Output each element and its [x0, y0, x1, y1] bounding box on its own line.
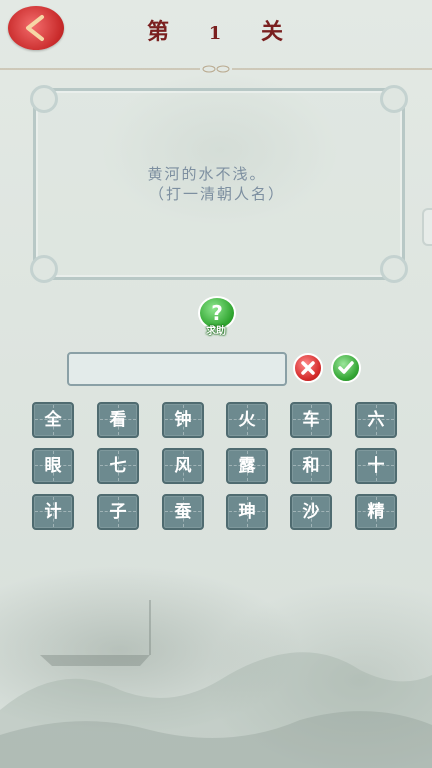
- char-tile[interactable]: 全: [32, 402, 74, 438]
- side-tab[interactable]: [422, 208, 432, 246]
- answer-input[interactable]: [67, 352, 287, 386]
- level-title: 第 1 关: [0, 14, 432, 46]
- char-tile[interactable]: 露: [226, 448, 268, 484]
- riddle-panel: 黄河的水不浅。 （打一清朝人名）: [30, 85, 408, 283]
- header-divider: [0, 65, 432, 73]
- help-label: 求助: [206, 326, 226, 337]
- riddle-text: 黄河的水不浅。: [147, 165, 267, 183]
- char-tile[interactable]: 看: [97, 402, 139, 438]
- check-icon: [338, 361, 354, 374]
- char-tile[interactable]: 十: [355, 448, 397, 484]
- panel-corner: [380, 255, 408, 283]
- level-number: 1: [208, 23, 224, 44]
- clear-button[interactable]: [293, 353, 323, 383]
- landscape-decoration: [0, 600, 432, 768]
- confirm-button[interactable]: [331, 353, 361, 383]
- char-tile[interactable]: 七: [97, 448, 139, 484]
- panel-corner: [30, 255, 58, 283]
- char-tile[interactable]: 精: [355, 494, 397, 530]
- char-tile[interactable]: 风: [162, 448, 204, 484]
- panel-corner: [380, 85, 408, 113]
- char-tile[interactable]: 钟: [162, 402, 204, 438]
- char-tile[interactable]: 蚕: [162, 494, 204, 530]
- char-tile[interactable]: 计: [32, 494, 74, 530]
- char-tile[interactable]: 子: [97, 494, 139, 530]
- char-tile[interactable]: 车: [290, 402, 332, 438]
- panel-corner: [30, 85, 58, 113]
- riddle-hint: （打一清朝人名）: [148, 185, 285, 203]
- close-icon: [301, 361, 315, 375]
- char-tile[interactable]: 眼: [32, 448, 74, 484]
- title-right: 关: [260, 19, 285, 45]
- char-tile[interactable]: 珅: [226, 494, 268, 530]
- char-tile[interactable]: 六: [355, 402, 397, 438]
- char-tile[interactable]: 沙: [290, 494, 332, 530]
- char-tile[interactable]: 火: [226, 402, 268, 438]
- char-tile[interactable]: 和: [290, 448, 332, 484]
- help-button[interactable]: ? 求助: [196, 296, 236, 337]
- title-left: 第: [147, 19, 172, 45]
